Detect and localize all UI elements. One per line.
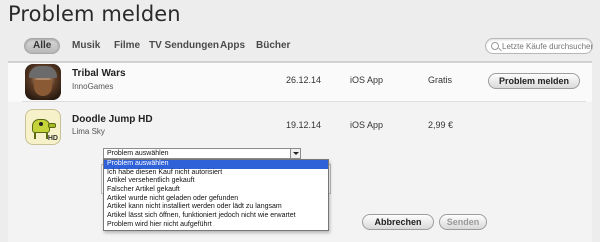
select-value: Problem auswählen xyxy=(107,150,169,157)
chevron-down-icon[interactable] xyxy=(290,149,300,158)
report-problem-button[interactable]: Problem melden xyxy=(488,73,580,89)
app-developer: InnoGames xyxy=(72,82,114,91)
dropdown-option[interactable]: Artikel lässt sich öffnen, funktioniert … xyxy=(104,212,328,221)
dropdown-option[interactable]: Artikel kann nicht installiert werden od… xyxy=(104,203,328,212)
dropdown-option[interactable]: Falscher Artikel gekauft xyxy=(104,186,328,195)
dropdown-option[interactable]: Problem auswählen xyxy=(104,160,328,169)
send-button[interactable]: Senden xyxy=(439,214,487,230)
tab-music[interactable]: Musik xyxy=(72,38,100,54)
dropdown-option[interactable]: Artikel wurde nicht geladen oder gefunde… xyxy=(104,195,328,204)
purchase-type: iOS App xyxy=(350,75,384,85)
purchase-price: Gratis xyxy=(428,75,453,85)
tab-apps[interactable]: Apps xyxy=(220,38,245,54)
tab-books[interactable]: Bücher xyxy=(256,38,290,54)
purchase-price: 2,99 € xyxy=(428,120,454,130)
app-name: Tribal Wars xyxy=(72,68,126,79)
tab-all[interactable]: Alle xyxy=(24,38,61,54)
purchase-type: iOS App xyxy=(350,120,384,130)
purchase-date: 19.12.14 xyxy=(286,120,322,130)
tab-tv-shows[interactable]: TV Sendungen xyxy=(149,38,219,54)
problem-type-select[interactable]: Problem auswählen xyxy=(103,148,301,159)
search-input[interactable] xyxy=(502,40,592,52)
dropdown-option[interactable]: Problem wird hier nicht aufgeführt xyxy=(104,221,328,230)
dropdown-option[interactable]: Artikel versehentlich gekauft xyxy=(104,177,328,186)
tribal-wars-app-icon xyxy=(25,64,61,100)
problem-type-dropdown: Problem auswählen Ich habe diesen Kauf n… xyxy=(103,159,329,231)
tab-movies[interactable]: Filme xyxy=(114,38,140,54)
app-name: Doodle Jump HD xyxy=(72,114,153,125)
page-title: Problem melden xyxy=(8,2,181,26)
dropdown-option[interactable]: Ich habe diesen Kauf nicht autorisiert xyxy=(104,169,328,178)
cancel-button[interactable]: Abbrechen xyxy=(362,214,434,230)
purchase-date: 26.12.14 xyxy=(286,75,322,85)
app-developer: Lima Sky xyxy=(72,127,105,136)
doodle-jump-app-icon: HD xyxy=(25,109,61,145)
search-field[interactable] xyxy=(485,38,593,54)
search-icon xyxy=(491,42,499,50)
